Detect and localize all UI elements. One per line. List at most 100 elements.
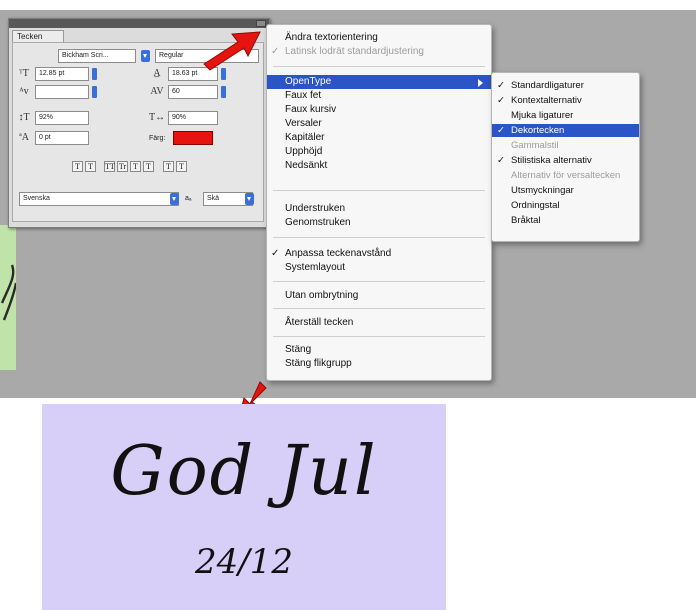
subscript-button[interactable]: T xyxy=(143,161,154,172)
kerning-stepper[interactable] xyxy=(92,86,97,98)
superscript-button[interactable]: T xyxy=(130,161,141,172)
menu-item-subscript[interactable]: Nedsänkt xyxy=(267,159,491,173)
panel-flyout-menu: Ändra textorientering ✓ Latinsk lodrät st… xyxy=(266,24,492,381)
menu-item-label: Anpassa teckenavstånd xyxy=(285,248,392,259)
menu-item-opentype[interactable]: OpenType xyxy=(267,75,491,89)
antialias-dropdown-icon[interactable] xyxy=(245,193,254,205)
opentype-submenu: ✓ Standardligaturer ✓ Kontextalternativ Mj… xyxy=(491,72,640,242)
vertical-scale-field[interactable]: 92% xyxy=(35,111,89,125)
kerning-icon: ᴬv xyxy=(19,86,29,97)
vertical-scale-icon: ↕T xyxy=(18,112,30,123)
submenu-item-label: Ordningstal xyxy=(511,200,560,211)
menu-item-label: Understruken xyxy=(285,203,346,214)
menu-item-label: Upphöjd xyxy=(285,146,323,157)
tracking-icon: AV xyxy=(150,86,164,97)
small-caps-button[interactable]: Tr xyxy=(117,161,128,172)
menu-item-all-caps[interactable]: Versaler xyxy=(267,117,491,131)
font-size-stepper[interactable] xyxy=(92,68,97,80)
card-date: 24/12 xyxy=(195,542,293,582)
strikethrough-button[interactable]: T xyxy=(176,161,187,172)
menu-item-label: Nedsänkt xyxy=(285,160,328,171)
color-swatch[interactable] xyxy=(173,131,213,145)
leading-icon: A̲ xyxy=(153,68,161,79)
baseline-shift-icon: ªA xyxy=(19,132,29,143)
baseline-shift-field[interactable]: 0 pt xyxy=(35,131,89,145)
menu-item-label: Ändra textorientering xyxy=(285,32,378,43)
tracking-field[interactable]: 60 xyxy=(168,85,218,99)
menu-item-label: OpenType xyxy=(285,76,332,87)
submenu-item-oldstyle[interactable]: Gammalstil xyxy=(492,139,639,152)
check-icon: ✓ xyxy=(497,125,505,136)
language-dropdown-icon[interactable] xyxy=(170,193,179,205)
color-label: Färg: xyxy=(149,135,166,142)
menu-item-strikethrough[interactable]: Genomstruken xyxy=(267,216,491,230)
green-canvas-fragment xyxy=(0,225,16,370)
check-icon: ✓ xyxy=(497,80,505,91)
menu-separator xyxy=(273,281,485,282)
check-icon: ✓ xyxy=(497,155,505,166)
kerning-field[interactable] xyxy=(35,85,89,99)
menu-item-label: Stäng flikgrupp xyxy=(285,358,352,369)
font-family-field[interactable]: Bickham Scri... xyxy=(58,49,136,63)
menu-item-label: Stäng xyxy=(285,344,312,355)
menu-item-faux-bold[interactable]: Faux fet xyxy=(267,89,491,103)
font-family-dropdown-icon[interactable] xyxy=(141,50,150,62)
tab-character[interactable]: Tecken xyxy=(12,30,64,42)
submenu-item-contextual-alternates[interactable]: ✓ Kontextalternativ xyxy=(492,94,639,107)
tracking-stepper[interactable] xyxy=(221,86,226,98)
menu-item-close-tab-group[interactable]: Stäng flikgrupp xyxy=(267,357,491,371)
menu-item-change-orientation[interactable]: Ändra textorientering xyxy=(267,31,491,45)
antialias-icon: aₐ xyxy=(185,195,192,202)
faux-bold-button[interactable]: T xyxy=(72,161,83,172)
menu-separator xyxy=(273,237,485,238)
submenu-item-fractions[interactable]: Bråktal xyxy=(492,214,639,227)
submenu-item-label: Utsmyckningar xyxy=(511,185,574,196)
submenu-item-label: Standardligaturer xyxy=(511,80,584,91)
menu-item-fractional-widths[interactable]: ✓ Anpassa teckenavstånd xyxy=(267,247,491,261)
submenu-item-label: Alternativ för versaltecken xyxy=(511,170,621,181)
menu-item-reset-character[interactable]: Återställ tecken xyxy=(267,316,491,330)
submenu-item-label: Gammalstil xyxy=(511,140,559,151)
menu-item-label: Latinsk lodrät standardjustering xyxy=(285,46,424,57)
faux-italic-button[interactable]: T xyxy=(85,161,96,172)
submenu-item-swash[interactable]: ✓ Dekortecken xyxy=(492,124,639,137)
menu-separator xyxy=(273,308,485,309)
arrow-callout-icon xyxy=(203,31,261,71)
menu-item-label: Genomstruken xyxy=(285,217,351,228)
menu-item-latin-vertical[interactable]: ✓ Latinsk lodrät standardjustering xyxy=(267,45,491,59)
menu-separator xyxy=(273,336,485,337)
greeting-card-preview: God Jul 24/12 xyxy=(42,404,446,610)
submenu-item-label: Bråktal xyxy=(511,215,541,226)
submenu-item-label: Mjuka ligaturer xyxy=(511,110,574,121)
submenu-item-titling-alternates[interactable]: Alternativ för versaltecken xyxy=(492,169,639,182)
menu-item-label: Kapitäler xyxy=(285,132,325,143)
check-icon: ✓ xyxy=(271,46,280,57)
menu-item-superscript[interactable]: Upphöjd xyxy=(267,145,491,159)
underline-button[interactable]: T xyxy=(163,161,174,172)
submenu-item-discretionary-ligatures[interactable]: Mjuka ligaturer xyxy=(492,109,639,122)
submenu-item-standard-ligatures[interactable]: ✓ Standardligaturer xyxy=(492,79,639,92)
horizontal-scale-icon: T↔ xyxy=(149,112,166,123)
menu-item-label: Versaler xyxy=(285,118,322,129)
menu-item-label: Systemlayout xyxy=(285,262,346,273)
submenu-item-label: Dekortecken xyxy=(511,125,565,136)
menu-item-no-break[interactable]: Utan ombrytning xyxy=(267,289,491,303)
menu-item-label: Utan ombrytning xyxy=(285,290,359,301)
font-size-field[interactable]: 12.85 pt xyxy=(35,67,89,81)
menu-item-system-layout[interactable]: Systemlayout xyxy=(267,261,491,275)
menu-item-faux-italic[interactable]: Faux kursiv xyxy=(267,103,491,117)
menu-separator xyxy=(273,190,485,191)
language-select[interactable]: Svenska xyxy=(19,192,179,206)
submenu-item-stylistic-alternates[interactable]: ✓ Stilistiska alternativ xyxy=(492,154,639,167)
submenu-item-ornaments[interactable]: Utsmyckningar xyxy=(492,184,639,197)
all-caps-button[interactable]: TT xyxy=(104,161,115,172)
menu-separator xyxy=(273,66,485,67)
menu-item-small-caps[interactable]: Kapitäler xyxy=(267,131,491,145)
menu-item-close[interactable]: Stäng xyxy=(267,343,491,357)
horizontal-scale-field[interactable]: 90% xyxy=(168,111,218,125)
card-title: God Jul xyxy=(110,432,378,511)
submenu-item-ordinals[interactable]: Ordningstal xyxy=(492,199,639,212)
menu-item-underline[interactable]: Understruken xyxy=(267,202,491,216)
menu-item-label: Faux kursiv xyxy=(285,104,337,115)
submenu-item-label: Stilistiska alternativ xyxy=(511,155,592,166)
